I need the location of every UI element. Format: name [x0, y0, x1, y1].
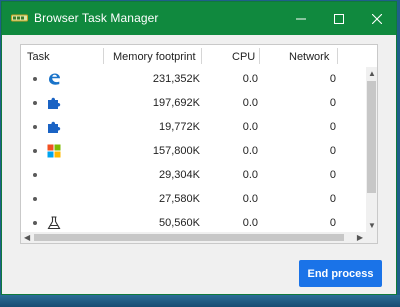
minimize-button[interactable] [282, 2, 320, 35]
column-divider[interactable] [201, 48, 202, 64]
table-row[interactable]: 231,352K 0.0 0 [21, 67, 366, 91]
cpu-value: 0.0 [242, 193, 258, 205]
extension-puzzle-icon [48, 97, 61, 109]
row-bullet [33, 77, 37, 81]
table-row[interactable]: 19,772K 0.0 0 [21, 115, 366, 139]
windows-logo-icon [47, 144, 61, 158]
network-value: 0 [329, 73, 336, 85]
scrollbar-corner [366, 232, 377, 243]
window-title: Browser Task Manager [34, 11, 159, 25]
row-bullet [33, 197, 37, 201]
horizontal-scrollbar[interactable]: ◀ ▶ [21, 232, 366, 243]
memory-value: 29,304K [159, 169, 200, 181]
title-bar[interactable]: Browser Task Manager [2, 2, 396, 35]
maximize-icon [334, 13, 344, 24]
close-icon [372, 13, 382, 24]
memory-value: 27,580K [159, 193, 200, 205]
edge-icon [49, 73, 60, 85]
cpu-value: 0.0 [242, 121, 258, 133]
cpu-value: 0.0 [242, 97, 258, 109]
memory-value: 50,560K [159, 217, 200, 229]
row-bullet [33, 221, 37, 225]
task-table: Task Memory footprint CPU Network 231,35… [20, 44, 378, 244]
network-value: 0 [329, 217, 336, 229]
scroll-left-icon[interactable]: ◀ [24, 234, 30, 242]
table-row[interactable]: 157,800K 0.0 0 [21, 139, 366, 163]
task-manager-app-icon [11, 14, 28, 22]
scroll-right-icon[interactable]: ▶ [357, 234, 363, 242]
cpu-value: 0.0 [242, 145, 258, 157]
table-row[interactable]: 27,580K 0.0 0 [21, 187, 366, 211]
table-header: Task Memory footprint CPU Network [21, 45, 366, 67]
close-button[interactable] [358, 2, 396, 35]
table-rows: 231,352K 0.0 0 197,692K 0.0 0 19,772K 0.… [21, 67, 366, 233]
task-manager-window: Browser Task Manager Task Memory footpri… [1, 1, 397, 295]
end-process-button[interactable]: End process [299, 260, 382, 287]
memory-value: 197,692K [152, 97, 200, 109]
cpu-value: 0.0 [242, 169, 258, 181]
network-value: 0 [329, 145, 336, 157]
column-header-cpu[interactable]: CPU [232, 51, 255, 63]
column-divider[interactable] [103, 48, 104, 64]
maximize-button[interactable] [320, 2, 358, 35]
row-bullet [33, 173, 37, 177]
network-value: 0 [329, 193, 336, 205]
extension-puzzle-icon [48, 121, 61, 133]
row-bullet [33, 149, 37, 153]
table-row[interactable]: 29,304K 0.0 0 [21, 163, 366, 187]
row-bullet [33, 101, 37, 105]
table-row[interactable]: 197,692K 0.0 0 [21, 91, 366, 115]
scroll-down-icon[interactable]: ▼ [368, 222, 376, 230]
lab-flask-icon [47, 216, 61, 230]
horizontal-scroll-thumb[interactable] [34, 234, 344, 241]
table-row[interactable]: 50,560K 0.0 0 [21, 211, 366, 233]
column-header-network[interactable]: Network [289, 51, 329, 63]
network-value: 0 [329, 121, 336, 133]
vertical-scroll-thumb[interactable] [367, 81, 376, 193]
vertical-scrollbar[interactable]: ▲ ▼ [366, 67, 377, 233]
row-bullet [33, 125, 37, 129]
network-value: 0 [329, 97, 336, 109]
column-header-task[interactable]: Task [27, 51, 50, 63]
column-header-memory[interactable]: Memory footprint [113, 51, 196, 63]
memory-value: 231,352K [152, 73, 200, 85]
cpu-value: 0.0 [242, 73, 258, 85]
column-divider[interactable] [259, 48, 260, 64]
memory-value: 157,800K [152, 145, 200, 157]
scroll-up-icon[interactable]: ▲ [368, 70, 376, 78]
column-divider[interactable] [337, 48, 338, 64]
network-value: 0 [329, 169, 336, 181]
memory-value: 19,772K [159, 121, 200, 133]
desktop-background [0, 295, 400, 307]
cpu-value: 0.0 [242, 217, 258, 229]
minimize-icon [296, 18, 306, 19]
